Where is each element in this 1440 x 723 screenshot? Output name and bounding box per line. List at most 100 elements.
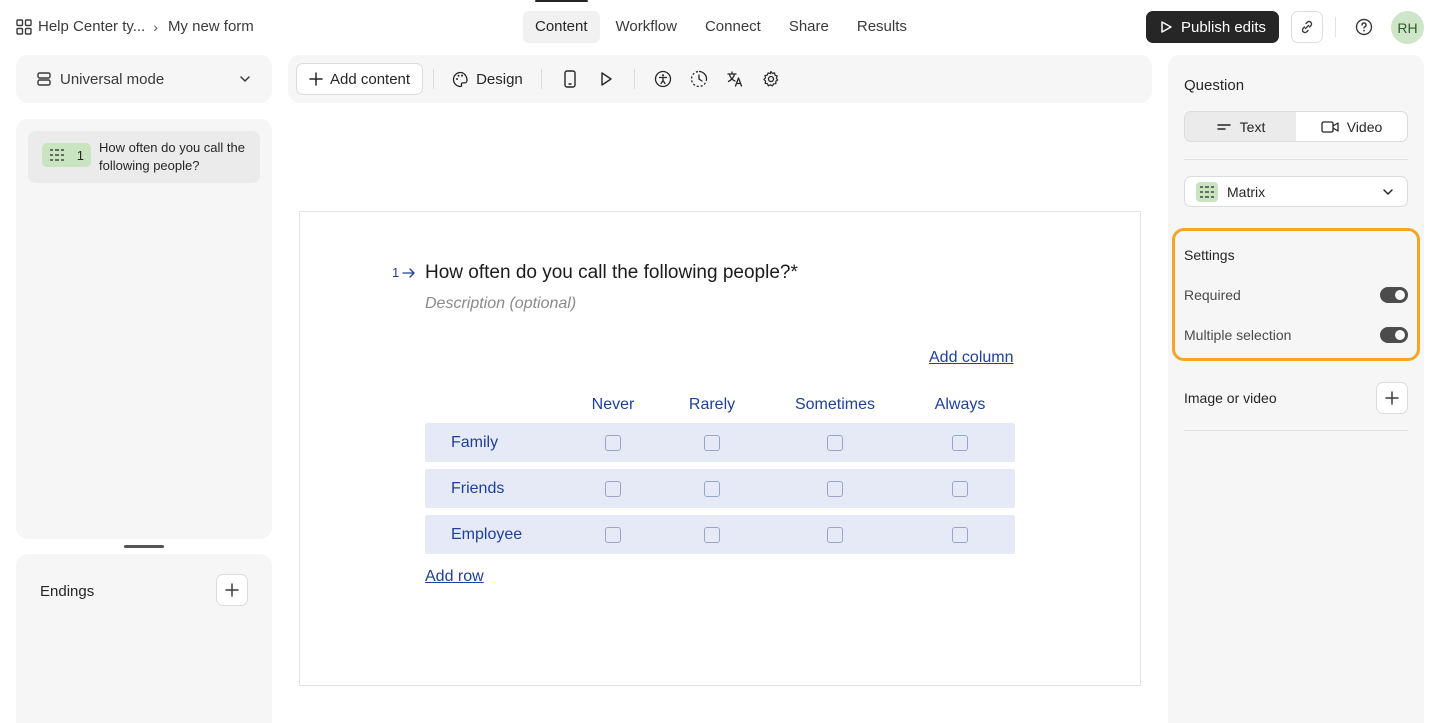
matrix-row-label[interactable]: Employee <box>451 526 522 544</box>
matrix-checkbox[interactable] <box>704 435 720 451</box>
translate-icon <box>727 71 742 87</box>
matrix-column-header[interactable]: Never <box>592 396 635 414</box>
endings-panel: Endings <box>16 554 272 723</box>
matrix-checkbox[interactable] <box>827 481 843 497</box>
progress-icon <box>690 70 707 88</box>
matrix-checkbox[interactable] <box>605 481 621 497</box>
text-format-label: Text <box>1239 118 1266 135</box>
matrix-icon <box>50 149 64 161</box>
matrix-row: Family <box>425 423 1015 462</box>
matrix-checkbox[interactable] <box>605 435 621 451</box>
text-lines-icon <box>1216 123 1231 130</box>
matrix-column-header[interactable]: Rarely <box>689 396 735 414</box>
settings-title: Settings <box>1184 247 1235 263</box>
preview-button[interactable] <box>592 63 620 95</box>
question-number: 1 <box>76 147 84 163</box>
publish-label: Publish edits <box>1180 18 1267 36</box>
endings-label: Endings <box>40 583 95 600</box>
question-format-toggle: Text Video <box>1184 111 1408 142</box>
question-type-select[interactable]: Matrix <box>1184 176 1408 207</box>
chevron-down-icon <box>1383 188 1393 195</box>
publish-button[interactable]: Publish edits <box>1146 11 1279 43</box>
matrix-column-header[interactable]: Always <box>935 396 986 414</box>
matrix-checkbox[interactable] <box>827 435 843 451</box>
matrix-checkbox[interactable] <box>704 527 720 543</box>
question-badge: 1 <box>42 143 91 167</box>
text-format-button[interactable]: Text <box>1185 112 1296 141</box>
translate-button[interactable] <box>721 63 749 95</box>
image-video-label: Image or video <box>1184 390 1277 406</box>
add-ending-button[interactable] <box>216 574 248 606</box>
editor-toolbar: Add content Design <box>288 55 1152 103</box>
add-row-link[interactable]: Add row <box>425 568 484 586</box>
phone-icon <box>564 70 576 88</box>
toolbar-divider <box>540 69 542 89</box>
tab-connect[interactable]: Connect <box>693 11 773 43</box>
link-icon <box>1301 20 1313 34</box>
add-media-button[interactable] <box>1376 382 1408 414</box>
plus-icon <box>309 72 323 86</box>
question-list-title: How often do you call the following peop… <box>99 140 245 173</box>
toolbar-divider <box>433 69 435 89</box>
mobile-preview-button[interactable] <box>556 63 584 95</box>
design-button[interactable]: Design <box>444 63 531 95</box>
video-format-button[interactable]: Video <box>1296 112 1407 141</box>
avatar[interactable]: RH <box>1391 11 1424 44</box>
help-button[interactable] <box>1352 15 1376 39</box>
copy-link-button[interactable] <box>1291 11 1323 43</box>
panel-resize-handle[interactable] <box>124 545 164 548</box>
chevron-right-icon: › <box>153 18 158 35</box>
chevron-down-icon <box>240 76 250 82</box>
toolbar-divider <box>633 69 635 89</box>
grid-icon[interactable] <box>16 18 32 35</box>
panel-divider <box>1184 159 1408 160</box>
tab-results[interactable]: Results <box>845 11 919 43</box>
question-list: 1 How often do you call the following pe… <box>16 119 272 539</box>
question-description[interactable]: Description (optional) <box>425 295 576 313</box>
plus-icon <box>225 583 239 597</box>
matrix-row-label[interactable]: Friends <box>451 480 504 498</box>
matrix-row: Friends <box>425 469 1015 508</box>
breadcrumb: Help Center ty... › My new form <box>16 18 254 35</box>
question-title[interactable]: How often do you call the following peop… <box>425 262 798 284</box>
question-number-label: 1 <box>392 265 416 280</box>
multiple-selection-toggle[interactable] <box>1380 327 1408 343</box>
settings-button[interactable] <box>757 63 785 95</box>
add-content-button[interactable]: Add content <box>296 63 424 95</box>
panel-divider <box>1184 430 1408 431</box>
matrix-badge <box>1196 181 1218 202</box>
play-icon <box>601 72 612 86</box>
matrix-checkbox[interactable] <box>952 527 968 543</box>
tab-content[interactable]: Content <box>523 0 600 43</box>
plus-icon <box>1385 391 1399 405</box>
multiple-selection-label: Multiple selection <box>1184 327 1292 343</box>
breadcrumb-workspace[interactable]: Help Center ty... <box>38 18 145 35</box>
matrix-checkbox[interactable] <box>952 435 968 451</box>
loading-settings-button[interactable] <box>685 63 713 95</box>
breadcrumb-form[interactable]: My new form <box>168 18 254 35</box>
accessibility-icon <box>654 70 671 88</box>
matrix-checkbox[interactable] <box>952 481 968 497</box>
question-number-text: 1 <box>392 265 400 280</box>
matrix-checkbox[interactable] <box>704 481 720 497</box>
tab-share[interactable]: Share <box>777 11 841 43</box>
mode-selector[interactable]: Universal mode <box>16 55 272 103</box>
add-column-link[interactable]: Add column <box>929 349 1014 367</box>
matrix-checkbox[interactable] <box>605 527 621 543</box>
help-icon <box>1355 18 1373 36</box>
question-settings-panel: Question Text Video Matrix Settings Requ… <box>1168 55 1424 723</box>
matrix-row-label[interactable]: Family <box>451 434 498 452</box>
matrix-checkbox[interactable] <box>827 527 843 543</box>
required-toggle[interactable] <box>1380 287 1408 303</box>
tab-workflow[interactable]: Workflow <box>604 11 689 43</box>
matrix-row: Employee <box>425 515 1015 554</box>
question-panel-title: Question <box>1184 77 1245 94</box>
question-list-item[interactable]: 1 How often do you call the following pe… <box>28 131 260 183</box>
arrow-right-icon <box>402 267 415 278</box>
top-bar: Help Center ty... › My new form Content … <box>0 0 1440 54</box>
question-type-label: Matrix <box>1227 183 1266 200</box>
accessibility-button[interactable] <box>649 63 677 95</box>
gear-icon <box>763 70 779 87</box>
add-content-label: Add content <box>330 70 411 88</box>
matrix-column-header[interactable]: Sometimes <box>795 396 875 414</box>
